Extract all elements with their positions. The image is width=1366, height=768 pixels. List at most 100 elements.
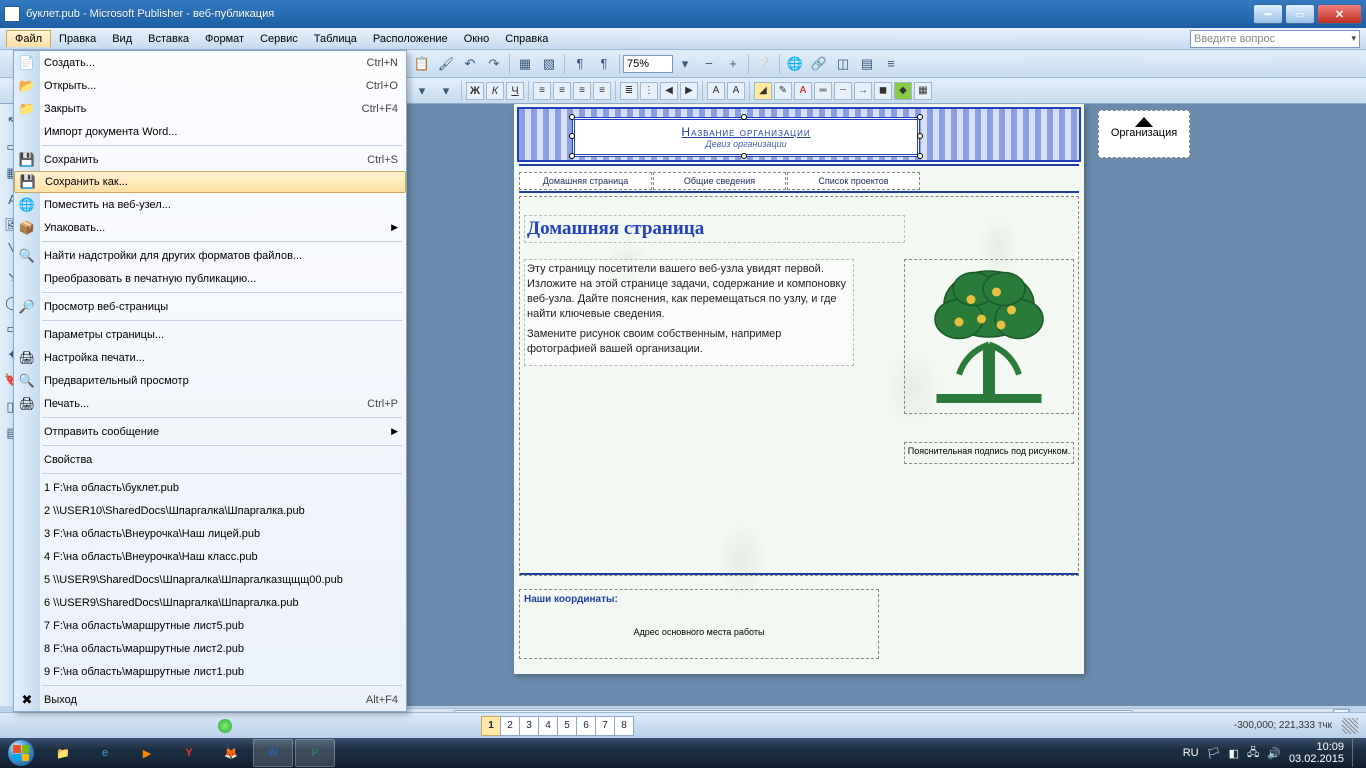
menu-tools[interactable]: Сервис: [252, 31, 306, 47]
web-tools-icon[interactable]: 🌐: [784, 53, 806, 75]
close-button[interactable]: ✕: [1317, 4, 1362, 24]
minimize-button[interactable]: ━: [1253, 4, 1283, 24]
menu-item[interactable]: 📂Открыть...Ctrl+O: [14, 74, 406, 97]
selection-handle[interactable]: [917, 133, 923, 139]
selection-handle[interactable]: [741, 153, 747, 159]
menu-item[interactable]: 🌐Поместить на веб-узел...: [14, 193, 406, 216]
lang-indicator[interactable]: RU: [1183, 747, 1199, 759]
body-text-frame[interactable]: Эту страницу посетители вашего веб-узла …: [524, 259, 854, 366]
tray-action-icon[interactable]: ◧: [1229, 747, 1239, 760]
selection-handle[interactable]: [917, 153, 923, 159]
selection-handle[interactable]: [917, 114, 923, 120]
menu-file[interactable]: Файл: [6, 30, 51, 47]
numbered-list-icon[interactable]: ≣: [620, 82, 638, 100]
org-logo-frame[interactable]: Организация: [1098, 110, 1190, 158]
page-tab[interactable]: 6: [576, 716, 596, 736]
zoom-out-icon[interactable]: −: [698, 53, 720, 75]
align-left-icon[interactable]: ≡: [533, 82, 551, 100]
menu-window[interactable]: Окно: [456, 31, 498, 47]
menu-item[interactable]: 🔍Найти надстройки для других форматов фа…: [14, 244, 406, 267]
menu-item[interactable]: 💾СохранитьCtrl+S: [14, 148, 406, 171]
picture-frame[interactable]: [904, 259, 1074, 414]
page-heading[interactable]: Домашняя страница: [524, 215, 905, 243]
increase-indent-icon[interactable]: ▶: [680, 82, 698, 100]
show-desktop-button[interactable]: [1352, 739, 1360, 767]
menu-item[interactable]: 📄Создать...Ctrl+N: [14, 51, 406, 74]
selection-handle[interactable]: [741, 114, 747, 120]
menu-item[interactable]: 📦Упаковать...▶: [14, 216, 406, 239]
tray-clock[interactable]: 10:09 03.02.2015: [1289, 741, 1344, 765]
selection-handle[interactable]: [569, 133, 575, 139]
justify-icon[interactable]: ≡: [593, 82, 611, 100]
canvas-area[interactable]: Название организации Девиз организации О…: [274, 104, 1366, 706]
form-icon[interactable]: ▤: [856, 53, 878, 75]
show-chars-icon[interactable]: ¶: [569, 53, 591, 75]
menu-item[interactable]: 9 F:\на область\маршрутные лист1.pub: [14, 660, 406, 683]
page-tab[interactable]: 4: [538, 716, 558, 736]
decrease-font-icon[interactable]: A: [707, 82, 725, 100]
bullet-list-icon[interactable]: ⋮: [640, 82, 658, 100]
page-tab[interactable]: 2: [500, 716, 520, 736]
menu-item[interactable]: Параметры страницы...: [14, 323, 406, 346]
hotspot-icon[interactable]: ◫: [832, 53, 854, 75]
start-button[interactable]: [0, 738, 42, 768]
menu-item[interactable]: 🖨Печать...Ctrl+P: [14, 392, 406, 415]
org-header-box[interactable]: Название организации Девиз организации: [572, 117, 920, 157]
fill-color-icon[interactable]: ◢: [754, 82, 772, 100]
paste-icon[interactable]: 📋: [411, 53, 433, 75]
page-tab[interactable]: 7: [595, 716, 615, 736]
html-fragment-icon[interactable]: ≡: [880, 53, 902, 75]
menu-item[interactable]: 🔍Предварительный просмотр: [14, 369, 406, 392]
underline-icon[interactable]: Ч: [506, 82, 524, 100]
menu-help[interactable]: Справка: [497, 31, 556, 47]
redo-icon[interactable]: ↷: [483, 53, 505, 75]
arrow-style-icon[interactable]: →: [854, 82, 872, 100]
font-size-dropdown[interactable]: ▾: [435, 80, 457, 102]
font-dropdown[interactable]: ▾: [411, 80, 433, 102]
increase-font-icon[interactable]: A: [727, 82, 745, 100]
menu-insert[interactable]: Вставка: [140, 31, 197, 47]
nav-tab-projects[interactable]: Список проектов: [787, 172, 920, 190]
taskbar-word[interactable]: W: [253, 739, 293, 767]
menu-arrange[interactable]: Расположение: [365, 31, 456, 47]
page-tab[interactable]: 5: [557, 716, 577, 736]
special-chars-icon[interactable]: ¶: [593, 53, 615, 75]
menu-table[interactable]: Таблица: [306, 31, 365, 47]
help-icon[interactable]: ❔: [753, 53, 775, 75]
taskbar-firefox[interactable]: 🦊: [211, 739, 251, 767]
menu-item[interactable]: Свойства: [14, 448, 406, 471]
contacts-frame[interactable]: Наши координаты: Адрес основного места р…: [519, 589, 879, 659]
menu-item[interactable]: 7 F:\на область\маршрутные лист5.pub: [14, 614, 406, 637]
align-right-icon[interactable]: ≡: [573, 82, 591, 100]
undo-icon[interactable]: ↶: [459, 53, 481, 75]
bold-icon[interactable]: Ж: [466, 82, 484, 100]
page-tab[interactable]: 3: [519, 716, 539, 736]
menu-item[interactable]: 1 F:\на область\буклет.pub: [14, 476, 406, 499]
taskbar-yandex[interactable]: Y: [169, 739, 209, 767]
menu-item[interactable]: 8 F:\на область\маршрутные лист2.pub: [14, 637, 406, 660]
shadow-icon[interactable]: ◼: [874, 82, 892, 100]
align-center-icon[interactable]: ≡: [553, 82, 571, 100]
taskbar-explorer[interactable]: 📁: [43, 739, 83, 767]
bring-front-icon[interactable]: ▦: [514, 53, 536, 75]
menu-item[interactable]: 5 \\USER9\SharedDocs\Шпаргалка\Шпаргалка…: [14, 568, 406, 591]
publication-page[interactable]: Название организации Девиз организации О…: [514, 104, 1084, 674]
taskbar-wmp[interactable]: ▶: [127, 739, 167, 767]
font-color-icon[interactable]: A: [794, 82, 812, 100]
caption-frame[interactable]: Пояснительная подпись под рисунком.: [904, 442, 1074, 464]
menu-item[interactable]: 💾Сохранить как...: [14, 171, 406, 193]
selection-handle[interactable]: [569, 114, 575, 120]
zoom-in-icon[interactable]: +: [722, 53, 744, 75]
menu-item[interactable]: Отправить сообщение▶: [14, 420, 406, 443]
menu-item[interactable]: 🖨Настройка печати...: [14, 346, 406, 369]
line-style-icon[interactable]: ═: [814, 82, 832, 100]
zoom-dropdown-icon[interactable]: ▾: [674, 53, 696, 75]
menu-item[interactable]: 6 \\USER9\SharedDocs\Шпаргалка\Шпаргалка…: [14, 591, 406, 614]
menu-item[interactable]: Импорт документа Word...: [14, 120, 406, 143]
send-back-icon[interactable]: ▧: [538, 53, 560, 75]
menu-item[interactable]: Преобразовать в печатную публикацию...: [14, 267, 406, 290]
menu-item[interactable]: ✖ВыходAlt+F4: [14, 688, 406, 711]
3d-icon[interactable]: ◆: [894, 82, 912, 100]
insert-table-icon[interactable]: ▦: [914, 82, 932, 100]
decrease-indent-icon[interactable]: ◀: [660, 82, 678, 100]
